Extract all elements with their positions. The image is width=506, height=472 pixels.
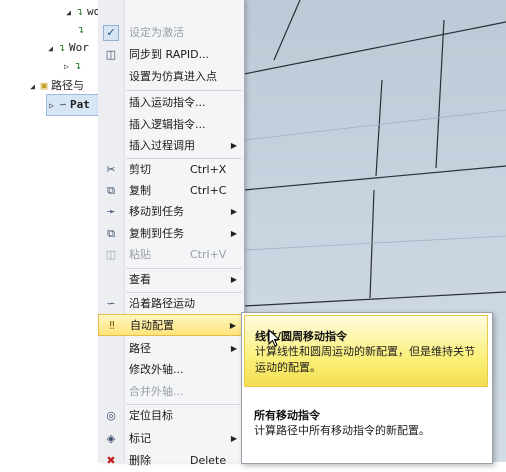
menu-item-modify-ext-axis[interactable]: 修改外轴...: [98, 359, 244, 381]
path-icon: ∽: [59, 98, 67, 111]
menu-separator: [126, 90, 242, 91]
submenu-arrow-icon: ▶: [229, 321, 236, 330]
sync-icon: ◫: [105, 48, 117, 61]
menu-item-set-sim-entry[interactable]: 设置为仿真进入点: [98, 66, 244, 88]
tree-row-child[interactable]: ↴: [74, 20, 88, 40]
menu-item-insert-move[interactable]: 插入运动指令...: [98, 92, 244, 114]
menu-item-paste[interactable]: ◫ 粘贴 Ctrl+V: [98, 244, 244, 266]
tree-row-paths[interactable]: ◢ ▣ 路径与: [28, 76, 84, 96]
submenu-item-all-move[interactable]: 所有移动指令 计算路径中所有移动指令的新配置。: [244, 399, 488, 453]
tree-row-path-selected[interactable]: ▷ ∽ Pat: [46, 94, 102, 116]
menu-item-copy-to-task[interactable]: ⧉ 复制到任务 ▶: [98, 223, 244, 245]
menu-item-path[interactable]: 路径 ▶: [98, 338, 244, 360]
auto-config-icon: ‼: [109, 319, 115, 332]
copy-task-icon: ⧉: [107, 227, 115, 240]
paste-icon: ◫: [105, 248, 117, 261]
submenu-arrow-icon: ▶: [230, 275, 237, 284]
path-move-icon: ∽: [106, 297, 116, 310]
menu-item-move-along-path[interactable]: ∽ 沿着路径运动: [98, 293, 244, 315]
move-icon: ➛: [106, 205, 116, 218]
tree-row-label: Pat: [70, 98, 90, 111]
tree-row-label: Wor: [69, 41, 89, 54]
tree-row-child-2[interactable]: ▷ ↴: [62, 56, 85, 76]
tag-icon: ◈: [106, 432, 116, 445]
submenu-arrow-icon: ▶: [230, 229, 237, 238]
menu-item-view[interactable]: 查看 ▶: [98, 269, 244, 291]
menu-item-locate-target[interactable]: ◎ 定位目标: [98, 405, 244, 427]
mouse-cursor-icon: [268, 329, 281, 347]
tree-row-label: 路径与: [51, 79, 84, 92]
menu-item-insert-proc-call[interactable]: 插入过程调用 ▶: [98, 135, 244, 157]
collapse-arrow-icon[interactable]: ▷: [62, 57, 71, 77]
submenu-arrow-icon: ▶: [230, 207, 237, 216]
menu-item-tag[interactable]: ◈ 标记 ▶: [98, 428, 244, 450]
frame-icon: ↴: [58, 41, 66, 54]
collapse-arrow-icon[interactable]: ▷: [47, 96, 56, 116]
menu-item-auto-config[interactable]: ‼ 自动配置 ▶: [98, 314, 244, 336]
frame-icon: ↴: [76, 5, 84, 18]
context-menu: ✓ 设定为激活 ◫ 同步到 RAPID... 设置为仿真进入点 插入运动指令..…: [98, 0, 245, 467]
expand-arrow-icon[interactable]: ◢: [64, 3, 73, 23]
menu-item-sync-rapid[interactable]: ◫ 同步到 RAPID...: [98, 44, 244, 66]
submenu-arrow-icon: ▶: [230, 344, 237, 353]
tree-row-workobject[interactable]: ◢ ↴ Wor: [46, 38, 89, 58]
submenu-arrow-icon: ▶: [230, 434, 237, 443]
menu-item-set-active[interactable]: ✓ 设定为激活: [98, 22, 244, 44]
menu-item-insert-logic[interactable]: 插入逻辑指令...: [98, 114, 244, 136]
menu-item-cut[interactable]: ✂ 剪切 Ctrl+X: [98, 159, 244, 181]
frame-icon: ↴: [74, 59, 82, 72]
copy-icon: ⧉: [107, 184, 115, 197]
menu-item-merge-ext-axis[interactable]: 合并外轴...: [98, 381, 244, 403]
scissors-icon: ✂: [106, 163, 116, 176]
submenu-item-linear-circular[interactable]: 线性/圆周移动指令 计算线性和圆周运动的新配置，但是维持关节运动的配置。: [244, 315, 488, 387]
locate-icon: ◎: [106, 409, 116, 422]
frame-icon: ↴: [77, 23, 85, 36]
menu-item-move-to-task[interactable]: ➛ 移动到任务 ▶: [98, 201, 244, 223]
menu-item-delete[interactable]: ✖ 删除 Delete: [98, 450, 244, 472]
submenu-arrow-icon: ▶: [230, 141, 237, 150]
check-icon: ✓: [103, 25, 119, 41]
expand-arrow-icon[interactable]: ◢: [28, 77, 37, 97]
delete-icon: ✖: [106, 454, 116, 467]
tree-panel: ◢↴wobj0_of ↴ ◢↴Wor ▷↴ ◢▣路径与 ▷∽Pat: [0, 0, 140, 462]
menu-item-copy[interactable]: ⧉ 复制 Ctrl+C: [98, 180, 244, 202]
folder-icon: ▣: [40, 79, 48, 92]
expand-arrow-icon[interactable]: ◢: [46, 39, 55, 59]
